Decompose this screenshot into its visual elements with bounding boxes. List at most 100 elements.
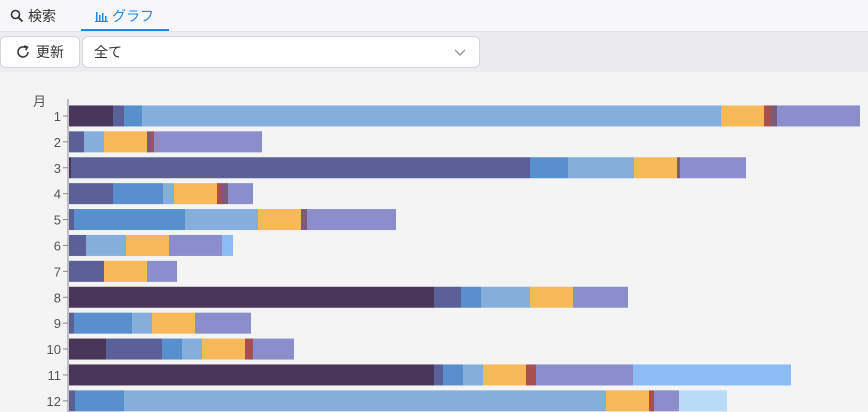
bar-segment[interactable] <box>163 183 174 205</box>
y-tick-label: 11 <box>48 368 62 383</box>
bar-segment[interactable] <box>69 157 71 179</box>
bar-segment[interactable] <box>245 338 253 360</box>
search-icon <box>10 9 24 22</box>
y-tick-label: 4 <box>54 187 61 202</box>
bar-segment[interactable] <box>461 286 481 308</box>
bar-segment[interactable] <box>69 338 106 360</box>
bar-segment[interactable] <box>536 364 633 386</box>
y-tick-label: 1 <box>54 109 61 124</box>
y-tick-label: 9 <box>54 316 61 331</box>
bar-segment[interactable] <box>154 131 262 153</box>
bar-segment[interactable] <box>104 260 147 282</box>
y-axis-label: 月 <box>33 94 46 109</box>
bar-segment[interactable] <box>530 157 568 179</box>
bar-segment[interactable] <box>195 312 251 334</box>
bar-segment[interactable] <box>69 286 434 308</box>
bar-segment[interactable] <box>217 183 222 205</box>
bar-segment[interactable] <box>104 131 147 153</box>
bar-segment[interactable] <box>74 312 132 334</box>
tab-graph[interactable]: グラフ <box>95 0 154 31</box>
bar-segment[interactable] <box>152 312 195 334</box>
stacked-bar-chart: 月 123456789101112 <box>33 94 860 412</box>
bar-segment[interactable] <box>526 364 536 386</box>
bar-segment[interactable] <box>301 209 307 231</box>
bar-segment[interactable] <box>169 234 222 256</box>
bar-segment[interactable] <box>75 390 124 412</box>
bar-segment[interactable] <box>69 183 113 205</box>
bar-segment[interactable] <box>106 338 162 360</box>
bar-segment[interactable] <box>86 234 126 256</box>
bar-segment[interactable] <box>633 364 791 386</box>
bar-segment[interactable] <box>222 183 228 205</box>
bar-segment[interactable] <box>84 131 104 153</box>
bar-segment[interactable] <box>74 209 185 231</box>
filter-select-value: 全て <box>94 44 122 60</box>
bar-segment[interactable] <box>434 286 461 308</box>
bar-segment[interactable] <box>69 390 75 412</box>
bar-segment[interactable] <box>69 234 86 256</box>
bar-segment[interactable] <box>69 105 113 127</box>
refresh-icon <box>17 45 29 58</box>
bar-segment[interactable] <box>69 364 434 386</box>
bar-segment[interactable] <box>463 364 483 386</box>
tab-graph-label: グラフ <box>112 7 154 24</box>
bar-segment[interactable] <box>174 183 217 205</box>
bar-segment[interactable] <box>126 234 169 256</box>
bar-segment[interactable] <box>483 364 526 386</box>
bar-segment[interactable] <box>253 338 294 360</box>
bar-segment[interactable] <box>113 183 163 205</box>
bar-segment[interactable] <box>69 131 84 153</box>
refresh-button[interactable]: 更新 <box>0 36 80 68</box>
bar-segment[interactable] <box>202 338 245 360</box>
bar-segment[interactable] <box>481 286 530 308</box>
bar-segment[interactable] <box>147 260 177 282</box>
bar-segment[interactable] <box>222 234 233 256</box>
bar-segment[interactable] <box>680 157 746 179</box>
bar-segment[interactable] <box>606 390 649 412</box>
filter-select[interactable]: 全て <box>82 36 480 68</box>
bar-segment[interactable] <box>151 131 154 153</box>
bar-segment[interactable] <box>69 260 104 282</box>
bar-segment[interactable] <box>69 312 74 334</box>
bar-segment[interactable] <box>113 105 124 127</box>
bar-segment[interactable] <box>185 209 258 231</box>
active-tab-indicator <box>81 29 169 31</box>
bar-segment[interactable] <box>258 209 301 231</box>
bar-segment[interactable] <box>530 286 573 308</box>
bar-segment[interactable] <box>71 157 530 179</box>
bar-segment[interactable] <box>434 364 443 386</box>
bar-segment[interactable] <box>649 390 654 412</box>
bar-segment[interactable] <box>777 105 860 127</box>
y-tick-label: 7 <box>54 264 61 279</box>
bar-segment[interactable] <box>182 338 202 360</box>
tab-search-label: 検索 <box>28 7 56 24</box>
bar-segment[interactable] <box>764 105 771 127</box>
tab-bar: 検索 グラフ <box>0 0 868 32</box>
bar-segment[interactable] <box>721 105 764 127</box>
bar-chart-icon <box>95 11 108 22</box>
bar-segment[interactable] <box>573 286 628 308</box>
y-tick-label: 12 <box>47 394 61 409</box>
bar-segment[interactable] <box>677 157 680 179</box>
bar-segment[interactable] <box>679 390 727 412</box>
bar-segment[interactable] <box>443 364 463 386</box>
bar-segment[interactable] <box>654 390 679 412</box>
toolbar: 更新 全て <box>0 32 868 72</box>
y-tick-label: 2 <box>54 135 61 150</box>
bar-segment[interactable] <box>568 157 634 179</box>
y-tick-label: 3 <box>54 161 61 176</box>
bar-segment[interactable] <box>147 131 151 153</box>
bar-segment[interactable] <box>228 183 253 205</box>
bar-segment[interactable] <box>771 105 777 127</box>
bar-segment[interactable] <box>69 209 74 231</box>
bar-segment[interactable] <box>162 338 182 360</box>
refresh-label: 更新 <box>36 44 64 60</box>
y-tick-label: 6 <box>54 238 61 253</box>
tab-search[interactable]: 検索 <box>10 0 56 31</box>
bar-segment[interactable] <box>142 105 721 127</box>
bar-segment[interactable] <box>132 312 152 334</box>
bar-segment[interactable] <box>634 157 677 179</box>
bar-segment[interactable] <box>124 390 606 412</box>
bar-segment[interactable] <box>124 105 142 127</box>
bar-segment[interactable] <box>307 209 396 231</box>
